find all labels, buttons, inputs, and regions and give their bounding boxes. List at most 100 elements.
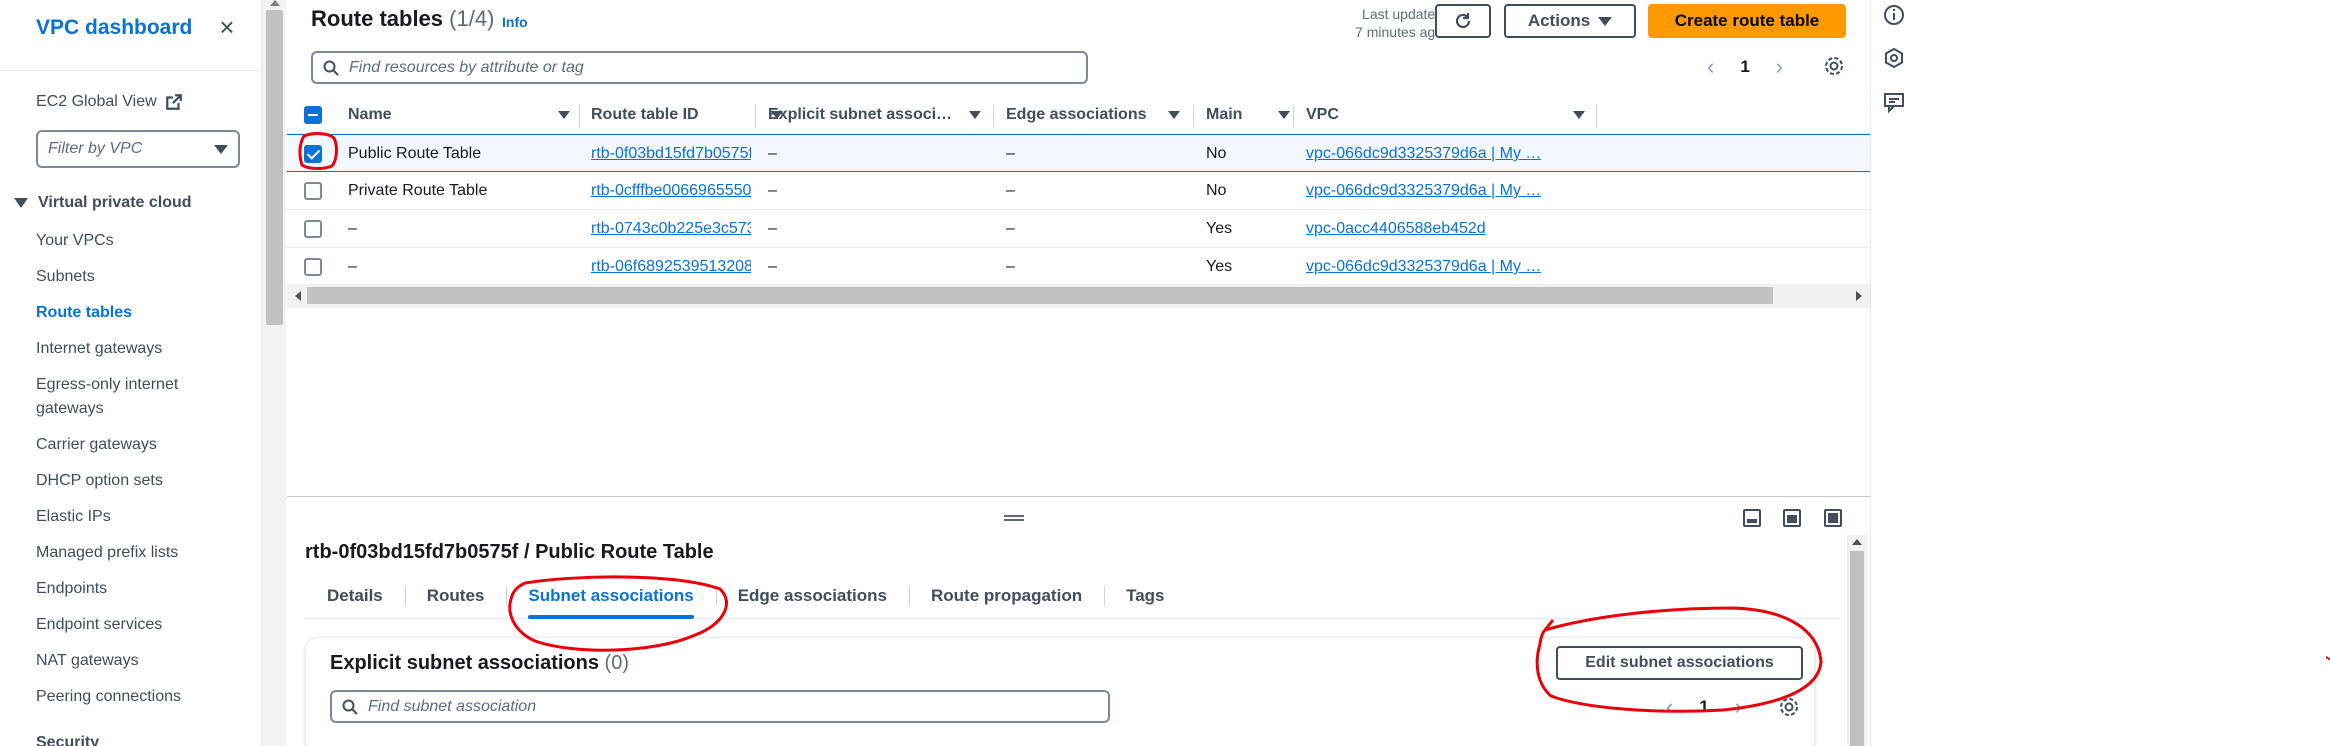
split-panel-title: rtb-0f03bd15fd7b0575f / Public Route Tab… <box>305 541 714 563</box>
actions-label: Actions <box>1527 11 1591 30</box>
select-all-checkbox[interactable] <box>304 106 322 124</box>
sidebar-item-route-tables[interactable]: Route tables <box>36 301 236 325</box>
chevron-left-icon[interactable]: ‹ <box>1666 694 1673 720</box>
sidebar-item-elastic-ips[interactable]: Elastic IPs <box>36 505 236 529</box>
sidebar-item-managed-prefix-lists[interactable]: Managed prefix lists <box>36 541 236 565</box>
sidebar-item-nat-gateways[interactable]: NAT gateways <box>36 649 236 673</box>
sidebar-title[interactable]: VPC dashboard <box>36 16 192 40</box>
ec2-global-view-link[interactable]: EC2 Global View <box>36 93 183 111</box>
cell-main: No <box>1206 145 1227 162</box>
column-header-vpc[interactable]: VPC <box>1306 96 1585 134</box>
tab-route-propagation[interactable]: Route propagation <box>908 573 1104 619</box>
search-input[interactable]: Find resources by attribute or tag <box>311 51 1088 84</box>
table-horizontal-scrollbar[interactable] <box>287 284 1870 308</box>
sidebar-item-your-vpcs[interactable]: Your VPCs <box>36 229 236 253</box>
sort-icon <box>1168 111 1180 119</box>
feedback-icon[interactable] <box>1883 91 1905 113</box>
scrollbar-thumb[interactable] <box>1850 551 1864 746</box>
column-divider[interactable] <box>1293 105 1294 127</box>
tab-routes[interactable]: Routes <box>404 573 507 619</box>
scroll-right-arrow[interactable] <box>1856 291 1862 301</box>
table-row[interactable]: – rtb-06f68925395132080– – Yes vpc-066dc9d33… <box>287 248 1870 286</box>
column-divider[interactable] <box>1193 105 1194 127</box>
table-row[interactable]: Private Route Table rtb-0cfffbe0066965550… <box>287 172 1870 210</box>
sidebar-item-egress-only-internet-gateways[interactable]: Egress-only internet gateways <box>36 373 236 421</box>
table-body: Public Route Table rtb-0f03bd15fd7b0575f –… <box>287 134 1870 286</box>
cell-vpc[interactable]: vpc-066dc9d3325379d6a | My … <box>1306 135 1541 173</box>
column-header-name[interactable]: Name <box>348 96 570 134</box>
info-link[interactable]: Info <box>502 14 528 30</box>
row-checkbox[interactable] <box>304 258 322 276</box>
cell-id[interactable]: rtb-0743c0b225e3c5730 <box>591 210 751 248</box>
column-label: Route table ID <box>591 106 699 123</box>
tab-details[interactable]: Details <box>305 573 405 619</box>
caret-down-icon <box>1598 16 1613 26</box>
sidebar-item-carrier-gateways[interactable]: Carrier gateways <box>36 433 236 457</box>
column-divider[interactable] <box>755 105 756 127</box>
column-divider[interactable] <box>1596 105 1597 127</box>
help-icon[interactable] <box>1883 47 1905 69</box>
sidebar-item-peering-connections[interactable]: Peering connections <box>36 685 236 709</box>
edit-subnet-associations-button[interactable]: Edit subnet associations <box>1556 646 1803 680</box>
split-panel-scrollbar[interactable] <box>1847 535 1867 746</box>
resize-handle[interactable] <box>1004 515 1024 521</box>
sidebar-scrollbar[interactable] <box>262 0 286 746</box>
cell-id[interactable]: rtb-0cfffbe0066965550 <box>591 172 751 210</box>
gear-icon[interactable] <box>1778 696 1800 718</box>
selection-count: (1/4) <box>449 6 495 31</box>
info-icon[interactable] <box>1883 4 1905 26</box>
vpc-filter-select[interactable]: Filter by VPC <box>36 130 240 168</box>
gear-icon[interactable] <box>1823 55 1845 77</box>
sidebar-item-dhcp-option-sets[interactable]: DHCP option sets <box>36 469 236 493</box>
cell-vpc[interactable]: vpc-066dc9d3325379d6a | My … <box>1306 248 1541 286</box>
sidebar-item-endpoints[interactable]: Endpoints <box>36 577 236 601</box>
refresh-button[interactable] <box>1435 4 1491 38</box>
tab-edge-associations[interactable]: Edge associations <box>715 573 909 619</box>
subnet-current-page[interactable]: 1 <box>1699 697 1708 717</box>
row-checkbox[interactable] <box>304 182 322 200</box>
cell-explicit: – <box>768 258 777 275</box>
column-divider[interactable] <box>579 105 580 127</box>
column-header-edge-associations[interactable]: Edge associations <box>1006 96 1180 134</box>
scroll-up-arrow[interactable] <box>1852 539 1862 545</box>
split-panel: rtb-0f03bd15fd7b0575f / Public Route Tab… <box>287 496 1870 746</box>
close-icon[interactable]: × <box>214 14 240 40</box>
actions-button[interactable]: Actions <box>1504 4 1636 38</box>
column-header-route-table-id[interactable]: Route table ID <box>591 96 783 134</box>
sidebar-section-virtual-private-cloud[interactable]: Virtual private cloud <box>14 194 192 212</box>
row-checkbox[interactable] <box>304 220 322 238</box>
chevron-left-icon[interactable]: ‹ <box>1707 54 1714 80</box>
page-title: Route tables (1/4) <box>311 6 494 32</box>
chevron-right-icon[interactable]: › <box>1735 694 1742 720</box>
column-label: Main <box>1206 106 1243 123</box>
tab-tags[interactable]: Tags <box>1104 573 1186 619</box>
subnet-search-input[interactable]: Find subnet association <box>330 690 1110 723</box>
sidebar-item-subnets[interactable]: Subnets <box>36 265 236 289</box>
cell-id[interactable]: rtb-0f03bd15fd7b0575f <box>591 135 751 173</box>
route-tables-table: Name Route table ID Explicit subnet asso… <box>287 96 1870 286</box>
tab-subnet-associations[interactable]: Subnet associations <box>506 573 715 619</box>
panel-position-full-icon[interactable] <box>1824 509 1842 527</box>
cell-id[interactable]: rtb-06f68925395132080 <box>591 248 751 286</box>
column-divider[interactable] <box>993 105 994 127</box>
table-row[interactable]: – rtb-0743c0b225e3c5730– – Yes vpc-0acc44065… <box>287 210 1870 248</box>
scroll-up-arrow[interactable] <box>270 0 280 6</box>
panel-position-bottom-icon[interactable] <box>1743 509 1761 527</box>
cell-vpc[interactable]: vpc-0acc4406588eb452d <box>1306 210 1486 248</box>
sidebar-section-security[interactable]: Security <box>36 734 99 746</box>
cell-edge: – <box>1006 258 1015 275</box>
table-row[interactable]: Public Route Table rtb-0f03bd15fd7b0575f –… <box>287 134 1870 172</box>
chevron-right-icon[interactable]: › <box>1776 54 1783 80</box>
current-page[interactable]: 1 <box>1740 57 1749 77</box>
scrollbar-thumb[interactable] <box>307 287 1773 304</box>
row-checkbox[interactable] <box>304 145 322 163</box>
column-header-explicit-subnet[interactable]: Explicit subnet associ… <box>768 96 981 134</box>
sidebar-item-internet-gateways[interactable]: Internet gateways <box>36 337 236 361</box>
column-header-main[interactable]: Main <box>1206 96 1290 134</box>
create-route-table-button[interactable]: Create route table <box>1648 4 1846 38</box>
sidebar-item-endpoint-services[interactable]: Endpoint services <box>36 613 236 637</box>
scrollbar-thumb[interactable] <box>266 10 283 325</box>
cell-vpc[interactable]: vpc-066dc9d3325379d6a | My … <box>1306 172 1541 210</box>
scroll-left-arrow[interactable] <box>295 291 301 301</box>
panel-position-half-icon[interactable] <box>1783 509 1801 527</box>
